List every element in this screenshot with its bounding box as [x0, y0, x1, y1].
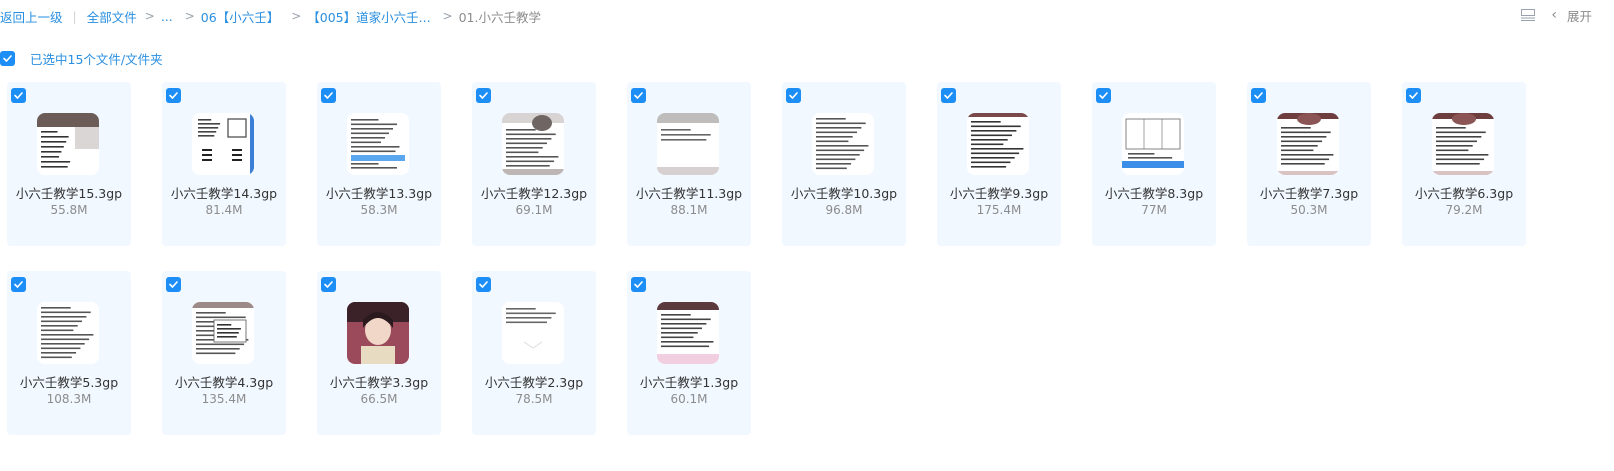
file-card[interactable]: 小六壬教学11.3gp 88.1M — [627, 82, 751, 246]
file-card[interactable]: 小六壬教学12.3gp 69.1M — [472, 82, 596, 246]
file-size: 88.1M — [670, 203, 708, 217]
file-name[interactable]: 小六壬教学7.3gp — [1247, 183, 1371, 202]
file-size: 55.8M — [50, 203, 88, 217]
video-thumbnail[interactable] — [1432, 113, 1494, 175]
chevron-left-icon[interactable]: ‹ — [1551, 8, 1557, 22]
video-thumbnail[interactable] — [812, 113, 874, 175]
video-thumbnail[interactable] — [347, 113, 409, 175]
video-thumbnail[interactable] — [192, 302, 254, 364]
file-size: 81.4M — [205, 203, 243, 217]
breadcrumb: 返回上一级 | 全部文件 > ... > 06【小六壬】 > 【005】道家小六… — [0, 6, 541, 26]
file-card[interactable]: 小六壬教学7.3gp 50.3M — [1247, 82, 1371, 246]
breadcrumb-current: 01.小六壬教学 — [458, 9, 541, 25]
breadcrumb-separator: > — [291, 9, 302, 23]
file-name[interactable]: 小六壬教学2.3gp — [472, 372, 596, 391]
file-size: 108.3M — [46, 392, 92, 406]
file-name[interactable]: 小六壬教学8.3gp — [1092, 183, 1216, 202]
file-size: 69.1M — [515, 203, 553, 217]
file-checkbox[interactable] — [631, 277, 646, 292]
file-name[interactable]: 小六壬教学10.3gp — [782, 183, 906, 202]
file-size: 77M — [1141, 203, 1167, 217]
file-name[interactable]: 小六壬教学14.3gp — [162, 183, 286, 202]
video-thumbnail[interactable] — [1277, 113, 1339, 175]
video-thumbnail[interactable] — [37, 113, 99, 175]
file-checkbox[interactable] — [476, 88, 491, 103]
expand-button[interactable]: 展开 — [1567, 6, 1592, 25]
file-card[interactable]: 小六壬教学2.3gp 78.5M — [472, 271, 596, 435]
file-card[interactable]: 小六壬教学6.3gp 79.2M — [1402, 82, 1526, 246]
file-card[interactable]: 小六壬教学15.3gp 55.8M — [7, 82, 131, 246]
select-all-checkbox[interactable] — [0, 50, 15, 66]
file-size: 135.4M — [201, 392, 247, 406]
file-size: 96.8M — [825, 203, 863, 217]
file-checkbox[interactable] — [166, 277, 181, 292]
file-name[interactable]: 小六壬教学4.3gp — [162, 372, 286, 391]
breadcrumb-separator: > — [144, 9, 155, 23]
back-link[interactable]: 返回上一级 — [0, 7, 63, 26]
file-size: 79.2M — [1445, 203, 1483, 217]
file-name[interactable]: 小六壬教学15.3gp — [7, 183, 131, 202]
file-size: 78.5M — [515, 392, 553, 406]
breadcrumb-ellipsis[interactable]: ... — [161, 9, 173, 24]
file-name[interactable]: 小六壬教学11.3gp — [627, 183, 751, 202]
breadcrumb-separator: > — [184, 9, 195, 23]
file-card[interactable]: 小六壬教学9.3gp 175.4M — [937, 82, 1061, 246]
file-checkbox[interactable] — [1406, 88, 1421, 103]
file-checkbox[interactable] — [631, 88, 646, 103]
breadcrumb-separator: > — [442, 9, 453, 23]
file-name[interactable]: 小六壬教学3.3gp — [317, 372, 441, 391]
video-thumbnail[interactable] — [37, 302, 99, 364]
file-browser: 返回上一级 | 全部文件 > ... > 06【小六壬】 > 【005】道家小六… — [0, 0, 1614, 471]
file-name[interactable]: 小六壬教学13.3gp — [317, 183, 441, 202]
file-checkbox[interactable] — [321, 88, 336, 103]
file-grid: 小六壬教学15.3gp 55.8M 小六壬教学14.3gp 81.4M 小六壬教学13.… — [7, 82, 1526, 435]
breadcrumb-folder-2[interactable]: 【005】道家小六壬... — [307, 7, 430, 26]
file-card[interactable]: 小六壬教学5.3gp 108.3M — [7, 271, 131, 435]
file-size: 175.4M — [976, 203, 1022, 217]
selection-bar: 已选中15个文件/文件夹 — [0, 49, 163, 67]
file-name[interactable]: 小六壬教学5.3gp — [7, 372, 131, 391]
file-checkbox[interactable] — [166, 88, 181, 103]
file-card[interactable]: 小六壬教学8.3gp 77M — [1092, 82, 1216, 246]
breadcrumb-all-files[interactable]: 全部文件 — [87, 7, 137, 26]
video-thumbnail[interactable] — [192, 113, 254, 175]
file-checkbox[interactable] — [1096, 88, 1111, 103]
file-name[interactable]: 小六壬教学6.3gp — [1402, 183, 1526, 202]
file-checkbox[interactable] — [941, 88, 956, 103]
file-checkbox[interactable] — [11, 88, 26, 103]
selection-count: 已选中15个文件/文件夹 — [30, 51, 163, 67]
file-card[interactable]: 小六壬教学3.3gp 66.5M — [317, 271, 441, 435]
file-checkbox[interactable] — [476, 277, 491, 292]
file-card[interactable]: 小六壬教学1.3gp 60.1M — [627, 271, 751, 435]
file-size: 60.1M — [670, 392, 708, 406]
file-size: 58.3M — [360, 203, 398, 217]
file-name[interactable]: 小六壬教学9.3gp — [937, 183, 1061, 202]
breadcrumb-divider: | — [72, 8, 77, 24]
file-name[interactable]: 小六壬教学12.3gp — [472, 183, 596, 202]
list-view-icon[interactable] — [1521, 9, 1536, 21]
view-controls: ‹ 展开 — [1521, 5, 1592, 25]
file-checkbox[interactable] — [786, 88, 801, 103]
file-checkbox[interactable] — [321, 277, 336, 292]
file-card[interactable]: 小六壬教学14.3gp 81.4M — [162, 82, 286, 246]
video-thumbnail[interactable] — [657, 113, 719, 175]
video-thumbnail[interactable] — [347, 302, 409, 364]
file-checkbox[interactable] — [1251, 88, 1266, 103]
file-card[interactable]: 小六壬教学13.3gp 58.3M — [317, 82, 441, 246]
file-card[interactable]: 小六壬教学4.3gp 135.4M — [162, 271, 286, 435]
file-checkbox[interactable] — [11, 277, 26, 292]
file-card[interactable]: 小六壬教学10.3gp 96.8M — [782, 82, 906, 246]
breadcrumb-folder-1[interactable]: 06【小六壬】 — [201, 7, 279, 26]
video-thumbnail[interactable] — [1122, 113, 1184, 175]
file-size: 50.3M — [1290, 203, 1328, 217]
file-size: 66.5M — [360, 392, 398, 406]
video-thumbnail[interactable] — [967, 113, 1029, 175]
video-thumbnail[interactable] — [502, 113, 564, 175]
video-thumbnail[interactable] — [502, 302, 564, 364]
file-name[interactable]: 小六壬教学1.3gp — [627, 372, 751, 391]
video-thumbnail[interactable] — [657, 302, 719, 364]
